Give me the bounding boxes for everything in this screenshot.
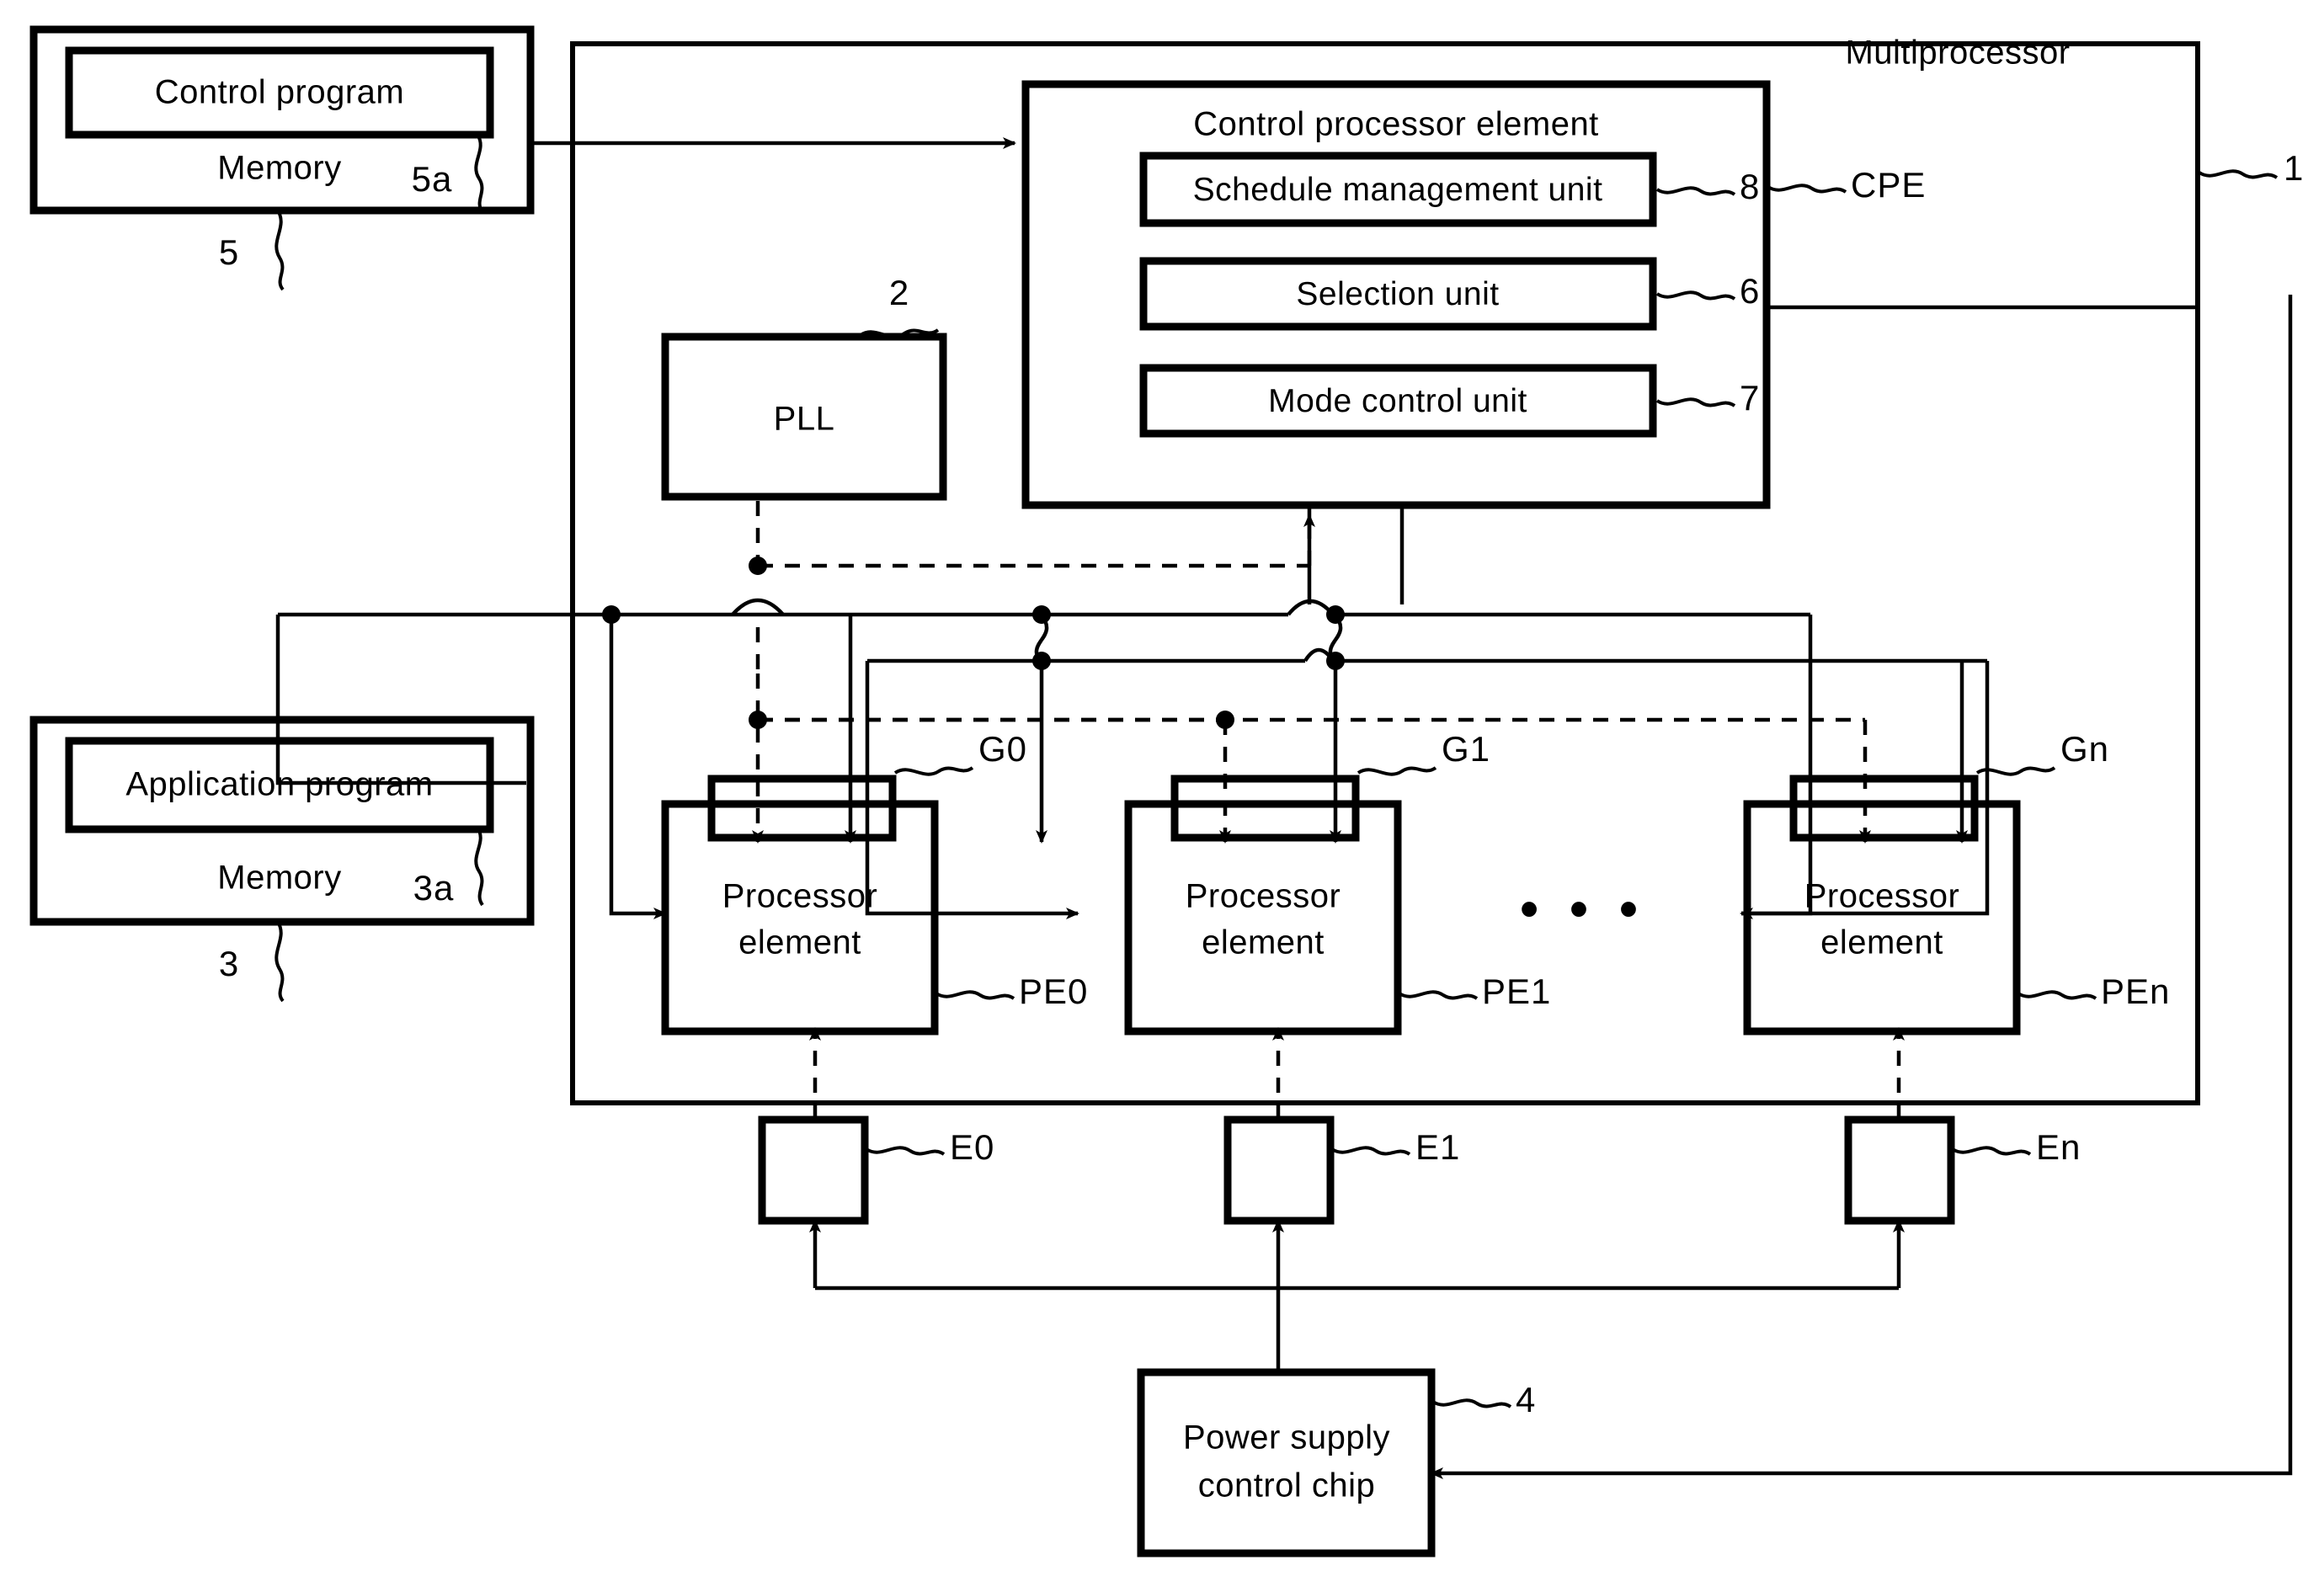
pll-label: PLL <box>773 400 835 438</box>
ref-5a: 5a <box>411 159 453 200</box>
control-program-label: Control program <box>154 73 405 111</box>
pe1-label-line1: Processor <box>1185 877 1341 915</box>
pen-label-line1: Processor <box>1804 877 1960 915</box>
power-supply-label-line2: control chip <box>1197 1467 1376 1504</box>
application-program-label: Application program <box>125 765 434 803</box>
selection-unit-label: Selection unit <box>1296 275 1500 312</box>
cpe-title: Control processor element <box>1193 105 1599 143</box>
ref-7: 7 <box>1740 378 1761 418</box>
junction-dots <box>602 556 1345 729</box>
power-enable-dashed-wires <box>809 1027 1905 1120</box>
ref-g0: G0 <box>978 729 1028 769</box>
pe1-label-line2: element <box>1202 924 1325 961</box>
control-memory-label: Memory <box>217 149 342 187</box>
ellipsis-between-pes: • • • <box>1520 880 1646 939</box>
pen-label-line2: element <box>1820 924 1943 961</box>
application-memory-label: Memory <box>217 859 342 897</box>
pe0-label-line1: Processor <box>722 877 878 915</box>
ref-pe0: PE0 <box>1019 972 1089 1012</box>
patent-figure-canvas: Control program Memory 5a 5 Application … <box>0 0 2324 1576</box>
ref-2: 2 <box>888 273 910 313</box>
ref-1: 1 <box>2284 148 2305 189</box>
ref-pen: PEn <box>2101 972 2171 1012</box>
ref-pe1: PE1 <box>1482 972 1552 1012</box>
power-supply-wires <box>809 1219 1905 1372</box>
ref-gn: Gn <box>2060 729 2110 769</box>
pe0-label-line2: element <box>738 924 861 961</box>
ref-cpe: CPE <box>1851 165 1927 205</box>
ref-3: 3 <box>218 944 240 984</box>
ref-4: 4 <box>1516 1380 1537 1420</box>
ref-3a: 3a <box>413 868 455 908</box>
ref-6: 6 <box>1740 271 1761 311</box>
power-supply-label-line1: Power supply <box>1182 1419 1391 1456</box>
ref-en: En <box>2036 1127 2081 1168</box>
multiprocessor-title: Multiprocessor <box>1845 34 2071 72</box>
schedule-management-unit-label: Schedule management unit <box>1192 171 1603 208</box>
ref-8: 8 <box>1740 167 1761 207</box>
ref-e1: E1 <box>1415 1127 1461 1168</box>
ref-g1: G1 <box>1442 729 1491 769</box>
ref-e0: E0 <box>950 1127 995 1168</box>
clock-dashed-wires <box>752 501 1871 844</box>
ref-5: 5 <box>218 232 240 273</box>
mode-control-unit-label: Mode control unit <box>1268 382 1527 419</box>
